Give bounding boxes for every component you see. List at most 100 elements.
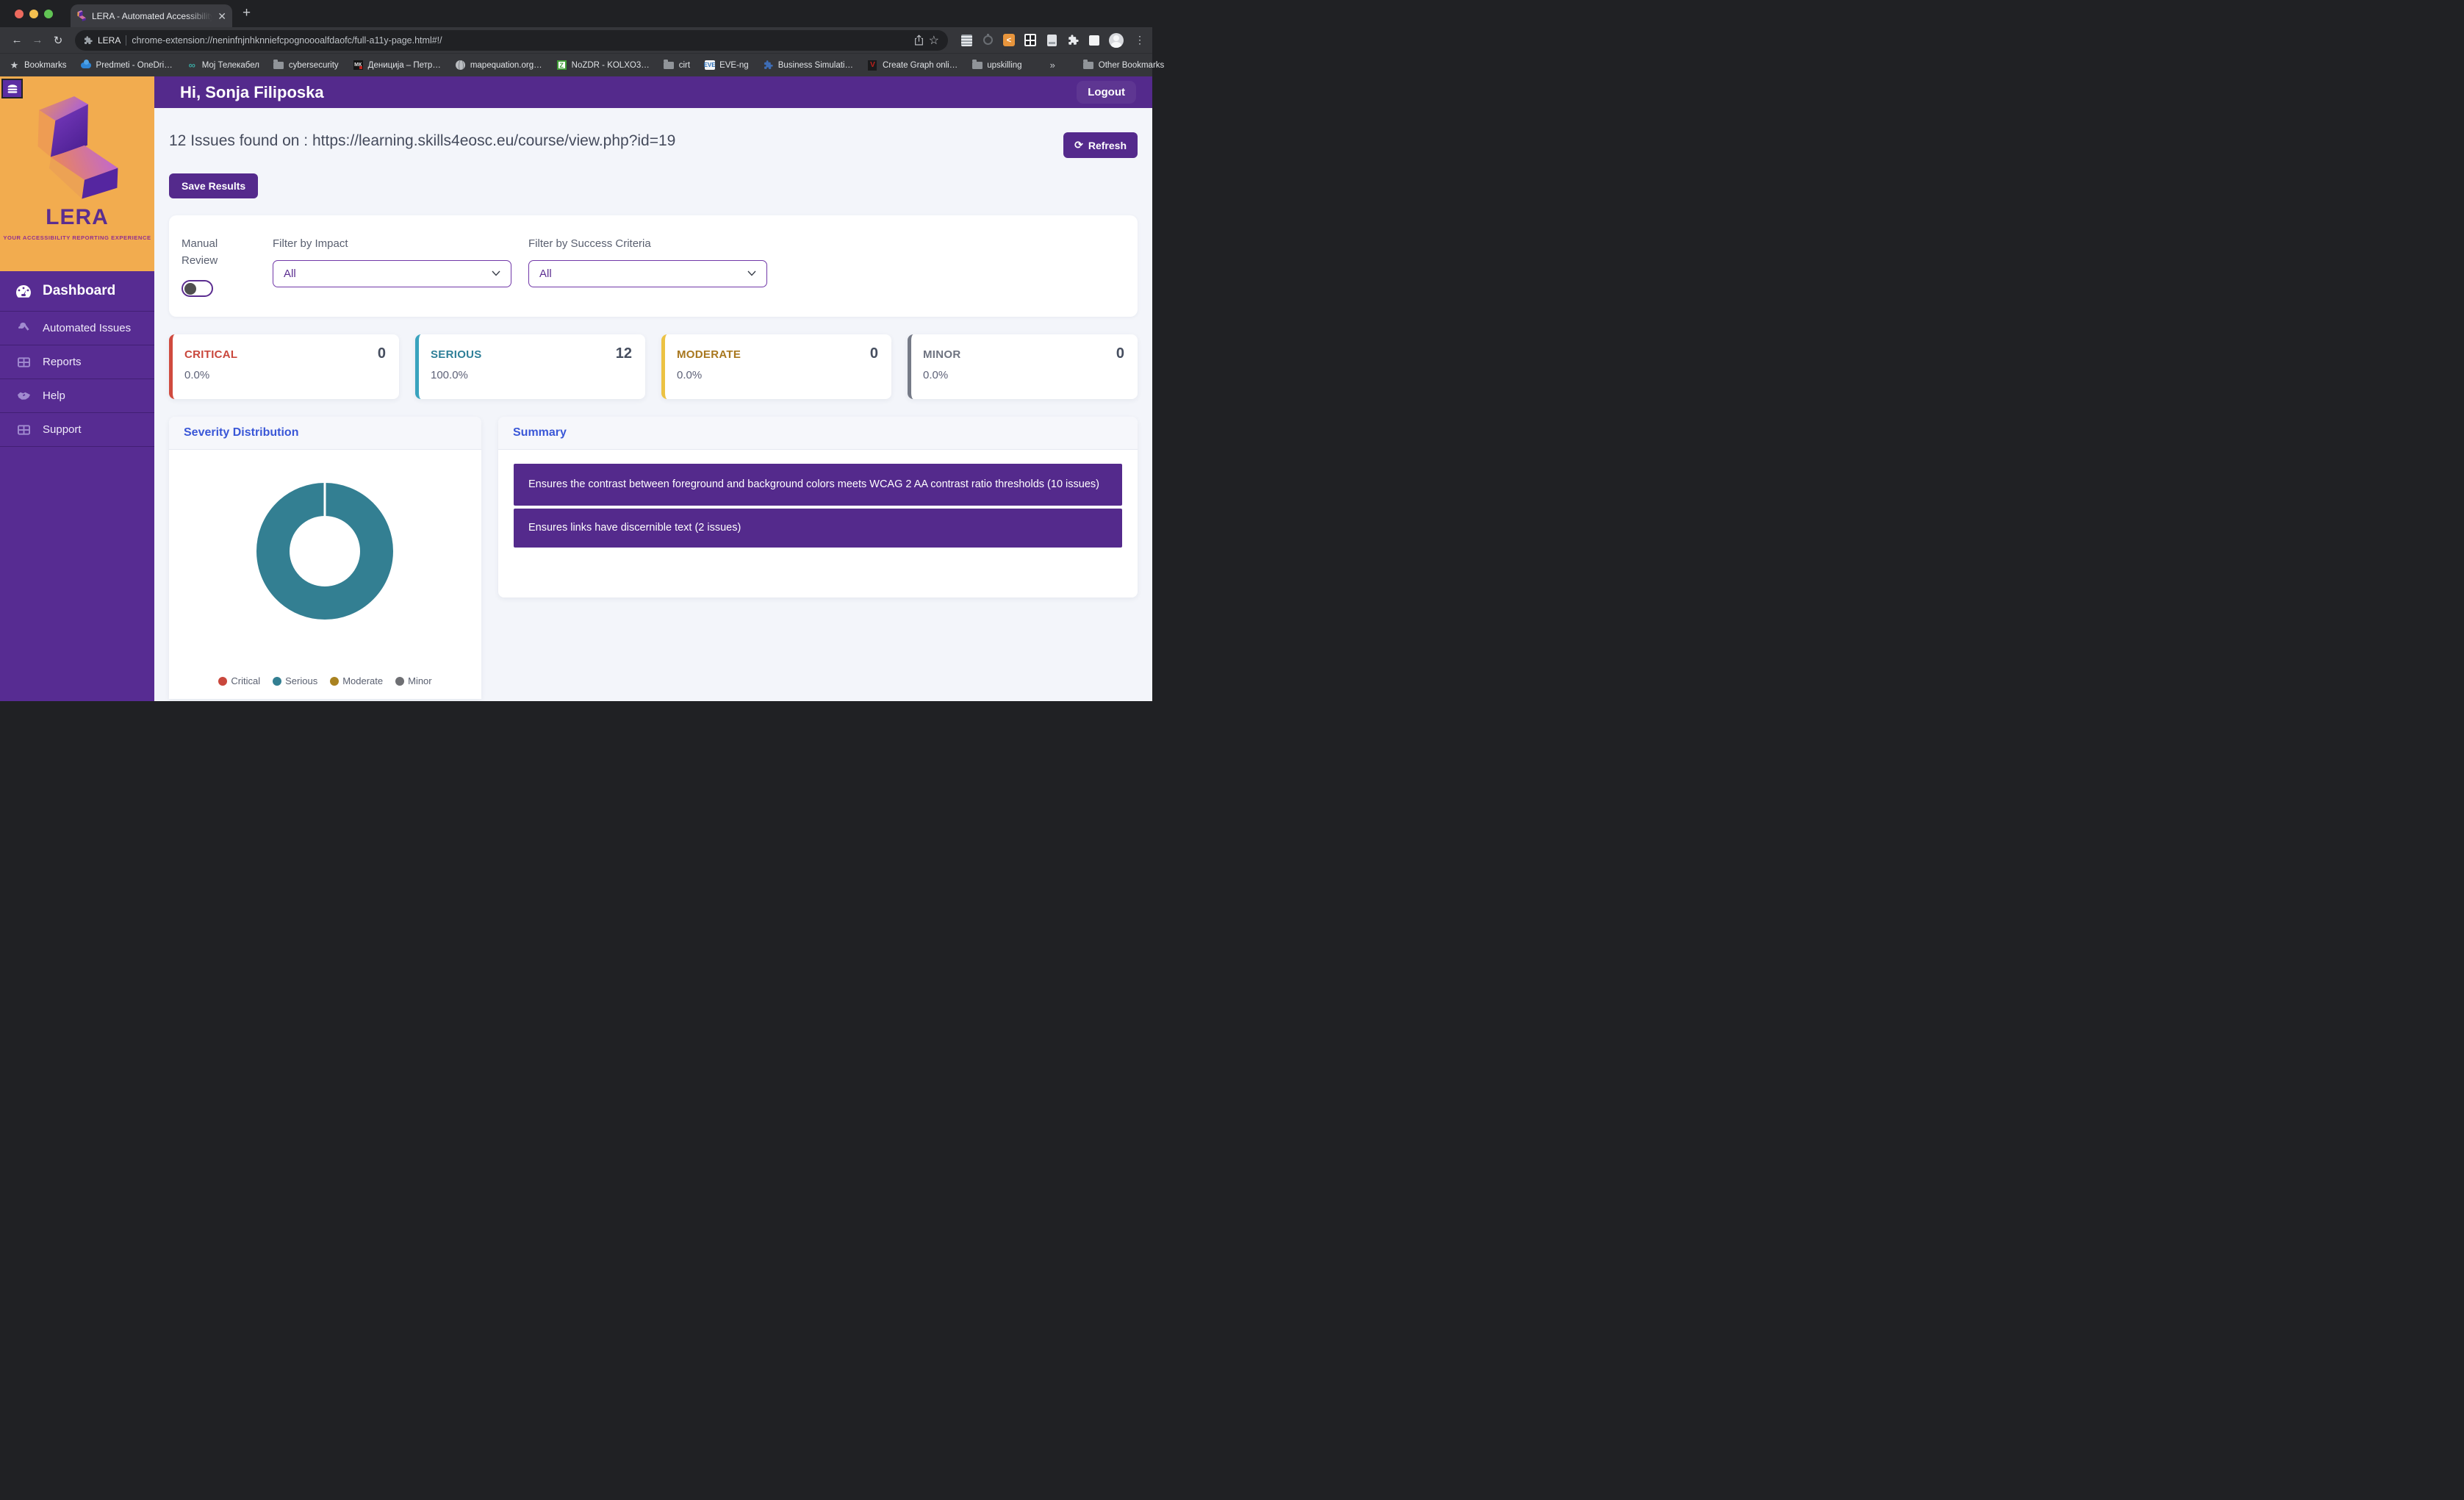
url-text[interactable]: chrome-extension://neninfnjnhknniefcpogn… xyxy=(132,35,908,46)
bookmarks-bar: ★ Bookmarks Predmeti - OneDri… ∞ Мој Тел… xyxy=(0,53,1164,76)
filter-panel: Manual Review Filter by Impact All Filte… xyxy=(169,215,1138,317)
bookmark-item[interactable]: ★ Bookmarks xyxy=(9,60,67,71)
severity-stats-row: CRITICAL 0 0.0% SERIOUS 12 100.0% MODERA… xyxy=(169,334,1138,399)
new-tab-button[interactable]: + xyxy=(243,6,251,20)
document-extension-icon[interactable] xyxy=(1045,34,1058,47)
refresh-icon: ⟳ xyxy=(1074,139,1083,151)
bookmark-item[interactable]: cybersecurity xyxy=(273,59,339,71)
table-extension-icon[interactable] xyxy=(960,34,973,47)
globe-icon xyxy=(455,60,466,71)
tab-close-icon[interactable]: ✕ xyxy=(218,11,226,21)
sidebar-item-help[interactable]: Help xyxy=(0,379,154,413)
zoom-window-button[interactable] xyxy=(44,9,53,18)
folder-icon xyxy=(1083,59,1094,71)
legend-item: Moderate xyxy=(330,675,383,686)
browser-menu-icon[interactable]: ⋮ xyxy=(1135,34,1145,46)
forward-icon[interactable]: → xyxy=(28,34,47,46)
puzzle-blue-icon xyxy=(763,60,774,71)
tab-title: LERA - Automated Accessibility xyxy=(92,10,213,21)
bookmark-item[interactable]: Z NoZDR - KOLXO3… xyxy=(556,60,650,71)
manual-review-label: Manual Review xyxy=(182,237,218,267)
sidebar-nav: Dashboard Automated Issues Reports Help … xyxy=(0,271,154,447)
z-site-icon: Z xyxy=(556,60,567,71)
legend-dot xyxy=(330,676,340,686)
window-controls[interactable] xyxy=(15,9,53,18)
mk-site-icon: МК xyxy=(353,60,364,71)
logout-button[interactable]: Logout xyxy=(1077,81,1136,104)
extension-puzzle-icon xyxy=(85,35,93,44)
back-icon[interactable]: ← xyxy=(7,34,26,46)
bookmark-item[interactable]: cirt xyxy=(664,59,690,71)
page-title: 12 Issues found on : https://learning.sk… xyxy=(169,132,676,149)
side-panel-icon[interactable] xyxy=(1088,34,1101,47)
logo-block: LERA YOUR ACCESSIBILITY REPORTING EXPERI… xyxy=(0,76,154,271)
extensions-puzzle-icon[interactable] xyxy=(1066,34,1080,47)
manual-review-toggle[interactable] xyxy=(182,280,213,297)
reload-icon[interactable]: ↻ xyxy=(49,34,68,47)
wrench-icon xyxy=(15,322,32,334)
logo-wordmark: LERA xyxy=(46,205,109,229)
legend-item: Minor xyxy=(395,675,432,686)
table-icon xyxy=(15,356,32,367)
criteria-filter-select[interactable]: All xyxy=(528,259,767,287)
lera-favicon xyxy=(77,10,86,21)
summary-bar[interactable]: Ensures the contrast between foreground … xyxy=(514,464,1122,506)
chart-legend: Critical Serious Moderate Minor xyxy=(169,675,481,686)
bookmark-item[interactable]: Business Simulati… xyxy=(763,60,853,71)
refresh-button[interactable]: ⟳ Refresh xyxy=(1063,132,1138,158)
star-icon: ★ xyxy=(10,59,19,71)
sidebar-collapse-button[interactable] xyxy=(1,79,23,98)
browser-tab[interactable]: LERA - Automated Accessibility ✕ xyxy=(71,4,232,27)
v-site-icon: V xyxy=(867,60,878,71)
save-results-button[interactable]: Save Results xyxy=(169,173,259,198)
bookmark-item[interactable]: V Create Graph onli… xyxy=(867,60,958,71)
sidebar-item-support[interactable]: Support xyxy=(0,413,154,447)
folder-icon xyxy=(664,59,675,71)
sidebar-item-automated-issues[interactable]: Automated Issues xyxy=(0,312,154,345)
bookmark-star-icon[interactable]: ☆ xyxy=(929,33,939,48)
address-bar[interactable]: LERA chrome-extension://neninfnjnhknnief… xyxy=(75,29,948,51)
criteria-filter-label: Filter by Success Criteria xyxy=(528,237,651,250)
folder-icon xyxy=(971,59,983,71)
severity-donut-chart: Critical Serious Moderate Minor xyxy=(169,450,481,686)
eve-icon: EVE xyxy=(703,60,716,70)
share-nodes-extension-icon[interactable]: < xyxy=(1002,34,1016,47)
bookmark-item[interactable]: МК Дениција – Петр… xyxy=(353,60,441,71)
bookmark-item[interactable]: ∞ Мој Телекабел xyxy=(187,60,259,71)
severity-panel-title: Severity Distribution xyxy=(184,426,299,439)
impact-filter-select[interactable]: All xyxy=(273,259,511,287)
summary-bar[interactable]: Ensures links have discernible text (2 i… xyxy=(514,509,1122,548)
bookmarks-overflow-icon[interactable]: » xyxy=(1050,60,1055,71)
minimize-window-button[interactable] xyxy=(29,9,38,18)
qr-extension-icon[interactable] xyxy=(1024,34,1037,47)
stat-card-serious: SERIOUS 12 100.0% xyxy=(415,334,645,399)
sidebar-item-reports[interactable]: Reports xyxy=(0,345,154,379)
share-icon[interactable] xyxy=(914,35,924,46)
logo-tagline: YOUR ACCESSIBILITY REPORTING EXPERIENCE xyxy=(3,234,151,241)
folder-icon xyxy=(273,59,284,71)
sidebar-item-dashboard[interactable]: Dashboard xyxy=(0,271,154,312)
tab-strip: LERA - Automated Accessibility ✕ + xyxy=(0,0,1152,27)
legend-dot xyxy=(273,676,282,686)
bookmark-item[interactable]: upskilling xyxy=(971,59,1022,71)
legend-dot xyxy=(395,676,405,686)
impact-filter-label: Filter by Impact xyxy=(273,237,348,250)
gauge-icon xyxy=(15,284,32,298)
other-bookmarks[interactable]: Other Bookmarks xyxy=(1083,59,1164,71)
chevron-down-icon xyxy=(492,270,500,276)
stopwatch-extension-icon[interactable] xyxy=(981,34,994,47)
table-icon xyxy=(15,424,32,435)
legend-item: Critical xyxy=(218,675,260,686)
chevron-down-icon xyxy=(747,270,756,276)
bookmark-item[interactable]: EVE EVE-ng xyxy=(704,60,749,71)
profile-avatar[interactable] xyxy=(1109,32,1124,48)
summary-panel: Summary Ensures the contrast between for… xyxy=(498,417,1138,598)
close-window-button[interactable] xyxy=(15,9,24,18)
summary-list: Ensures the contrast between foreground … xyxy=(498,450,1138,561)
bookmark-item[interactable]: mapequation.org… xyxy=(455,60,542,71)
sidebar: LERA YOUR ACCESSIBILITY REPORTING EXPERI… xyxy=(0,76,154,701)
extension-name-label: LERA xyxy=(98,35,121,46)
bookmark-item[interactable]: Predmeti - OneDri… xyxy=(81,59,173,71)
onedrive-icon xyxy=(81,59,92,71)
extension-icons: < ⋮ xyxy=(960,32,1145,48)
